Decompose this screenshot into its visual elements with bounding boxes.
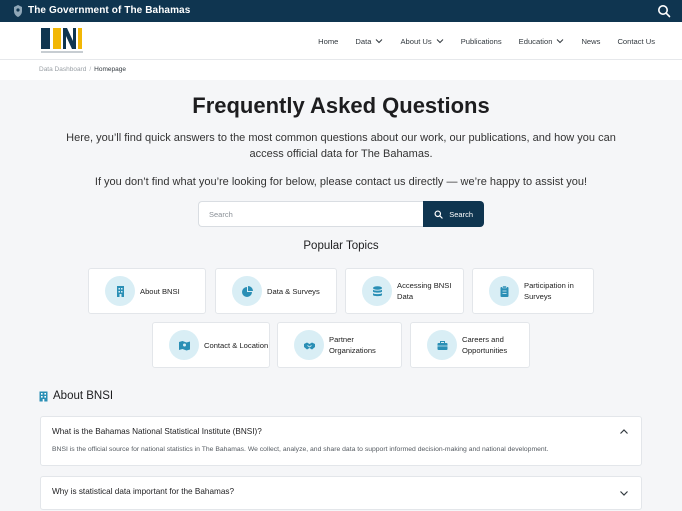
topic-label: Participation in Surveys (524, 281, 574, 301)
database-icon (362, 276, 392, 306)
breadcrumb-separator: / (89, 66, 92, 73)
search-input[interactable] (198, 201, 424, 227)
pie-chart-icon (232, 276, 262, 306)
building-icon (39, 391, 48, 401)
nav-item-label: Publications (460, 36, 502, 46)
topic-card-contact-location[interactable]: Contact & Location (152, 322, 270, 368)
topic-label: Partner Organizations (329, 335, 376, 355)
popular-topics-title: Popular Topics (303, 240, 379, 252)
nav-item-label: Data (355, 36, 372, 46)
chevron-down-icon[interactable] (619, 488, 629, 498)
contact-note: If you don’t find what you’re looking fo… (94, 176, 588, 188)
topic-card-data-surveys[interactable]: Data & Surveys (215, 268, 337, 314)
bnsi-logo[interactable] (39, 26, 87, 56)
topic-card-participation[interactable]: Participation in Surveys (472, 268, 594, 314)
nav-item-data[interactable]: Data (355, 37, 383, 46)
nav-item-label: Education (518, 36, 553, 46)
faq-item-collapsed[interactable]: Why is statistical data important for th… (40, 476, 642, 510)
chevron-down-icon (557, 39, 564, 44)
breadcrumb-current: Homepage (94, 66, 126, 73)
faq-item-expanded[interactable]: What is the Bahamas National Statistical… (40, 416, 642, 466)
search-icon[interactable] (657, 4, 671, 18)
topic-card-partner-organizations[interactable]: Partner Organizations (277, 322, 402, 368)
search-button[interactable]: Search (423, 201, 484, 227)
section-heading-about-bnsi: About BNSI (39, 390, 113, 402)
nav-item-news[interactable]: News (581, 37, 600, 46)
page-description: Here, you’ll find quick answers to the m… (66, 132, 616, 160)
building-icon (105, 276, 135, 306)
topic-label: Accessing BNSI Data (397, 281, 452, 301)
nav-item-publications[interactable]: Publications (461, 37, 502, 46)
nav-menu: Home Data About Us Publications Educatio… (301, 22, 655, 60)
search-icon (434, 209, 443, 219)
faq-question[interactable]: What is the Bahamas National Statistical… (52, 427, 262, 436)
nav-item-home[interactable]: Home (318, 37, 338, 46)
topic-card-about-bnsi[interactable]: About BNSI (88, 268, 206, 314)
topic-card-accessing-data[interactable]: Accessing BNSI Data (345, 268, 464, 314)
coat-of-arms-icon (14, 5, 22, 17)
briefcase-icon (427, 330, 457, 360)
chevron-up-icon[interactable] (619, 427, 629, 437)
handshake-icon (294, 330, 324, 360)
clipboard-icon (489, 276, 519, 306)
topic-label: About BNSI (140, 286, 180, 296)
faq-answer: BNSI is the official source for national… (52, 446, 549, 453)
breadcrumb-link-data-dashboard[interactable]: Data Dashboard (39, 66, 86, 73)
nav-item-label: About Us (400, 36, 432, 46)
nav-item-contact-us[interactable]: Contact Us (617, 37, 655, 46)
map-icon (169, 330, 199, 360)
faq-question[interactable]: Why is statistical data important for th… (52, 487, 234, 496)
topic-label: Contact & Location (204, 340, 269, 350)
breadcrumb-bar: Data Dashboard / Homepage (0, 60, 682, 80)
nav-item-label: News (581, 36, 601, 46)
search-button-label: Search (449, 209, 473, 219)
government-title: The Government of The Bahamas (28, 5, 191, 16)
nav-item-label: Home (318, 36, 339, 46)
faq-search: Search (198, 201, 484, 227)
nav-item-label: Contact Us (617, 36, 655, 46)
breadcrumb: Data Dashboard / Homepage (39, 66, 126, 73)
government-top-bar: The Government of The Bahamas (0, 0, 682, 22)
topic-label: Careers and Opportunities (462, 335, 508, 355)
nav-item-about-us[interactable]: About Us (400, 36, 444, 46)
chevron-down-icon (376, 39, 383, 44)
topic-label: Data & Surveys (267, 286, 320, 296)
section-title: About BNSI (53, 390, 114, 402)
topic-card-careers[interactable]: Careers and Opportunities (410, 322, 530, 368)
nav-item-education[interactable]: Education (519, 37, 565, 46)
page-title: Frequently Asked Questions (192, 93, 490, 118)
chevron-down-icon (436, 39, 444, 44)
main-navigation: Home Data About Us Publications Educatio… (0, 22, 682, 60)
